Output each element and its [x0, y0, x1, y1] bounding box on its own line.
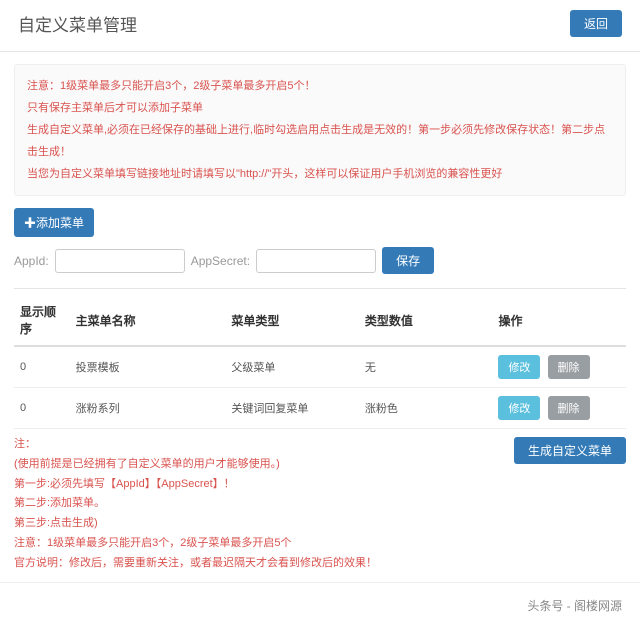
- appid-label: AppId:: [14, 254, 49, 268]
- cell-type: 关键词回复菜单: [225, 388, 359, 429]
- footnote-line: (使用前提是已经拥有了自定义菜单的用户才能够使用。): [14, 455, 502, 475]
- delete-button[interactable]: 删除: [548, 396, 590, 420]
- page-title: 自定义菜单管理: [18, 11, 137, 36]
- footnote-line: 第三步:点击生成): [14, 514, 502, 534]
- divider: [14, 288, 626, 289]
- menu-table: 显示顺序 主菜单名称 菜单类型 类型数值 操作 0 投票模板 父级菜单 无 修改…: [14, 295, 626, 429]
- notice-line: 只有保存主菜单后才可以添加子菜单: [27, 97, 613, 119]
- edit-button[interactable]: 修改: [498, 396, 540, 420]
- col-type-header: 菜单类型: [225, 295, 359, 346]
- add-menu-button[interactable]: ✚添加菜单: [14, 208, 94, 237]
- cell-value: 涨粉色: [359, 388, 493, 429]
- footnote-line: 第二步:添加菜单。: [14, 494, 502, 514]
- cell-name: 涨粉系列: [70, 388, 226, 429]
- footnote-line: 第一步:必须先填写【AppId】【AppSecret】！: [14, 475, 502, 495]
- notice-line: 当您为自定义菜单填写链接地址时请填写以"http://"开头，这样可以保证用户手…: [27, 163, 613, 185]
- col-value-header: 类型数值: [359, 295, 493, 346]
- cell-type: 父级菜单: [225, 346, 359, 388]
- footnote-line: 官方说明：修改后，需要重新关注，或者最迟隔天才会看到修改后的效果！: [14, 554, 502, 574]
- table-row: 0 投票模板 父级菜单 无 修改 删除: [14, 346, 626, 388]
- appid-input[interactable]: [55, 249, 185, 273]
- cell-order: 0: [14, 388, 70, 429]
- appsecret-input[interactable]: [256, 249, 376, 273]
- notice-line: 生成自定义菜单,必须在已经保存的基础上进行,临时勾选启用点击生成是无效的！第一步…: [27, 119, 613, 163]
- cell-order: 0: [14, 346, 70, 388]
- edit-button[interactable]: 修改: [498, 355, 540, 379]
- footnote-line: 注：: [14, 435, 502, 455]
- appsecret-label: AppSecret:: [191, 254, 250, 268]
- footnotes: 注： (使用前提是已经拥有了自定义菜单的用户才能够使用。) 第一步:必须先填写【…: [14, 435, 502, 574]
- save-button[interactable]: 保存: [382, 247, 434, 274]
- table-row: 0 涨粉系列 关键词回复菜单 涨粉色 修改 删除: [14, 388, 626, 429]
- back-button[interactable]: 返回: [570, 10, 622, 37]
- footer-credit: 头条号 - 阁楼网源: [0, 582, 640, 626]
- col-order-header: 显示顺序: [14, 295, 70, 346]
- delete-button[interactable]: 删除: [548, 355, 590, 379]
- cell-value: 无: [359, 346, 493, 388]
- footnote-line: 注意：1级菜单最多只能开启3个，2级子菜单最多开启5个: [14, 534, 502, 554]
- col-name-header: 主菜单名称: [70, 295, 226, 346]
- cell-name: 投票模板: [70, 346, 226, 388]
- col-action-header: 操作: [492, 295, 626, 346]
- notice-box: 注意：1级菜单最多只能开启3个，2级子菜单最多开启5个！ 只有保存主菜单后才可以…: [14, 64, 626, 196]
- generate-menu-button[interactable]: 生成自定义菜单: [514, 437, 626, 464]
- notice-line: 注意：1级菜单最多只能开启3个，2级子菜单最多开启5个！: [27, 75, 613, 97]
